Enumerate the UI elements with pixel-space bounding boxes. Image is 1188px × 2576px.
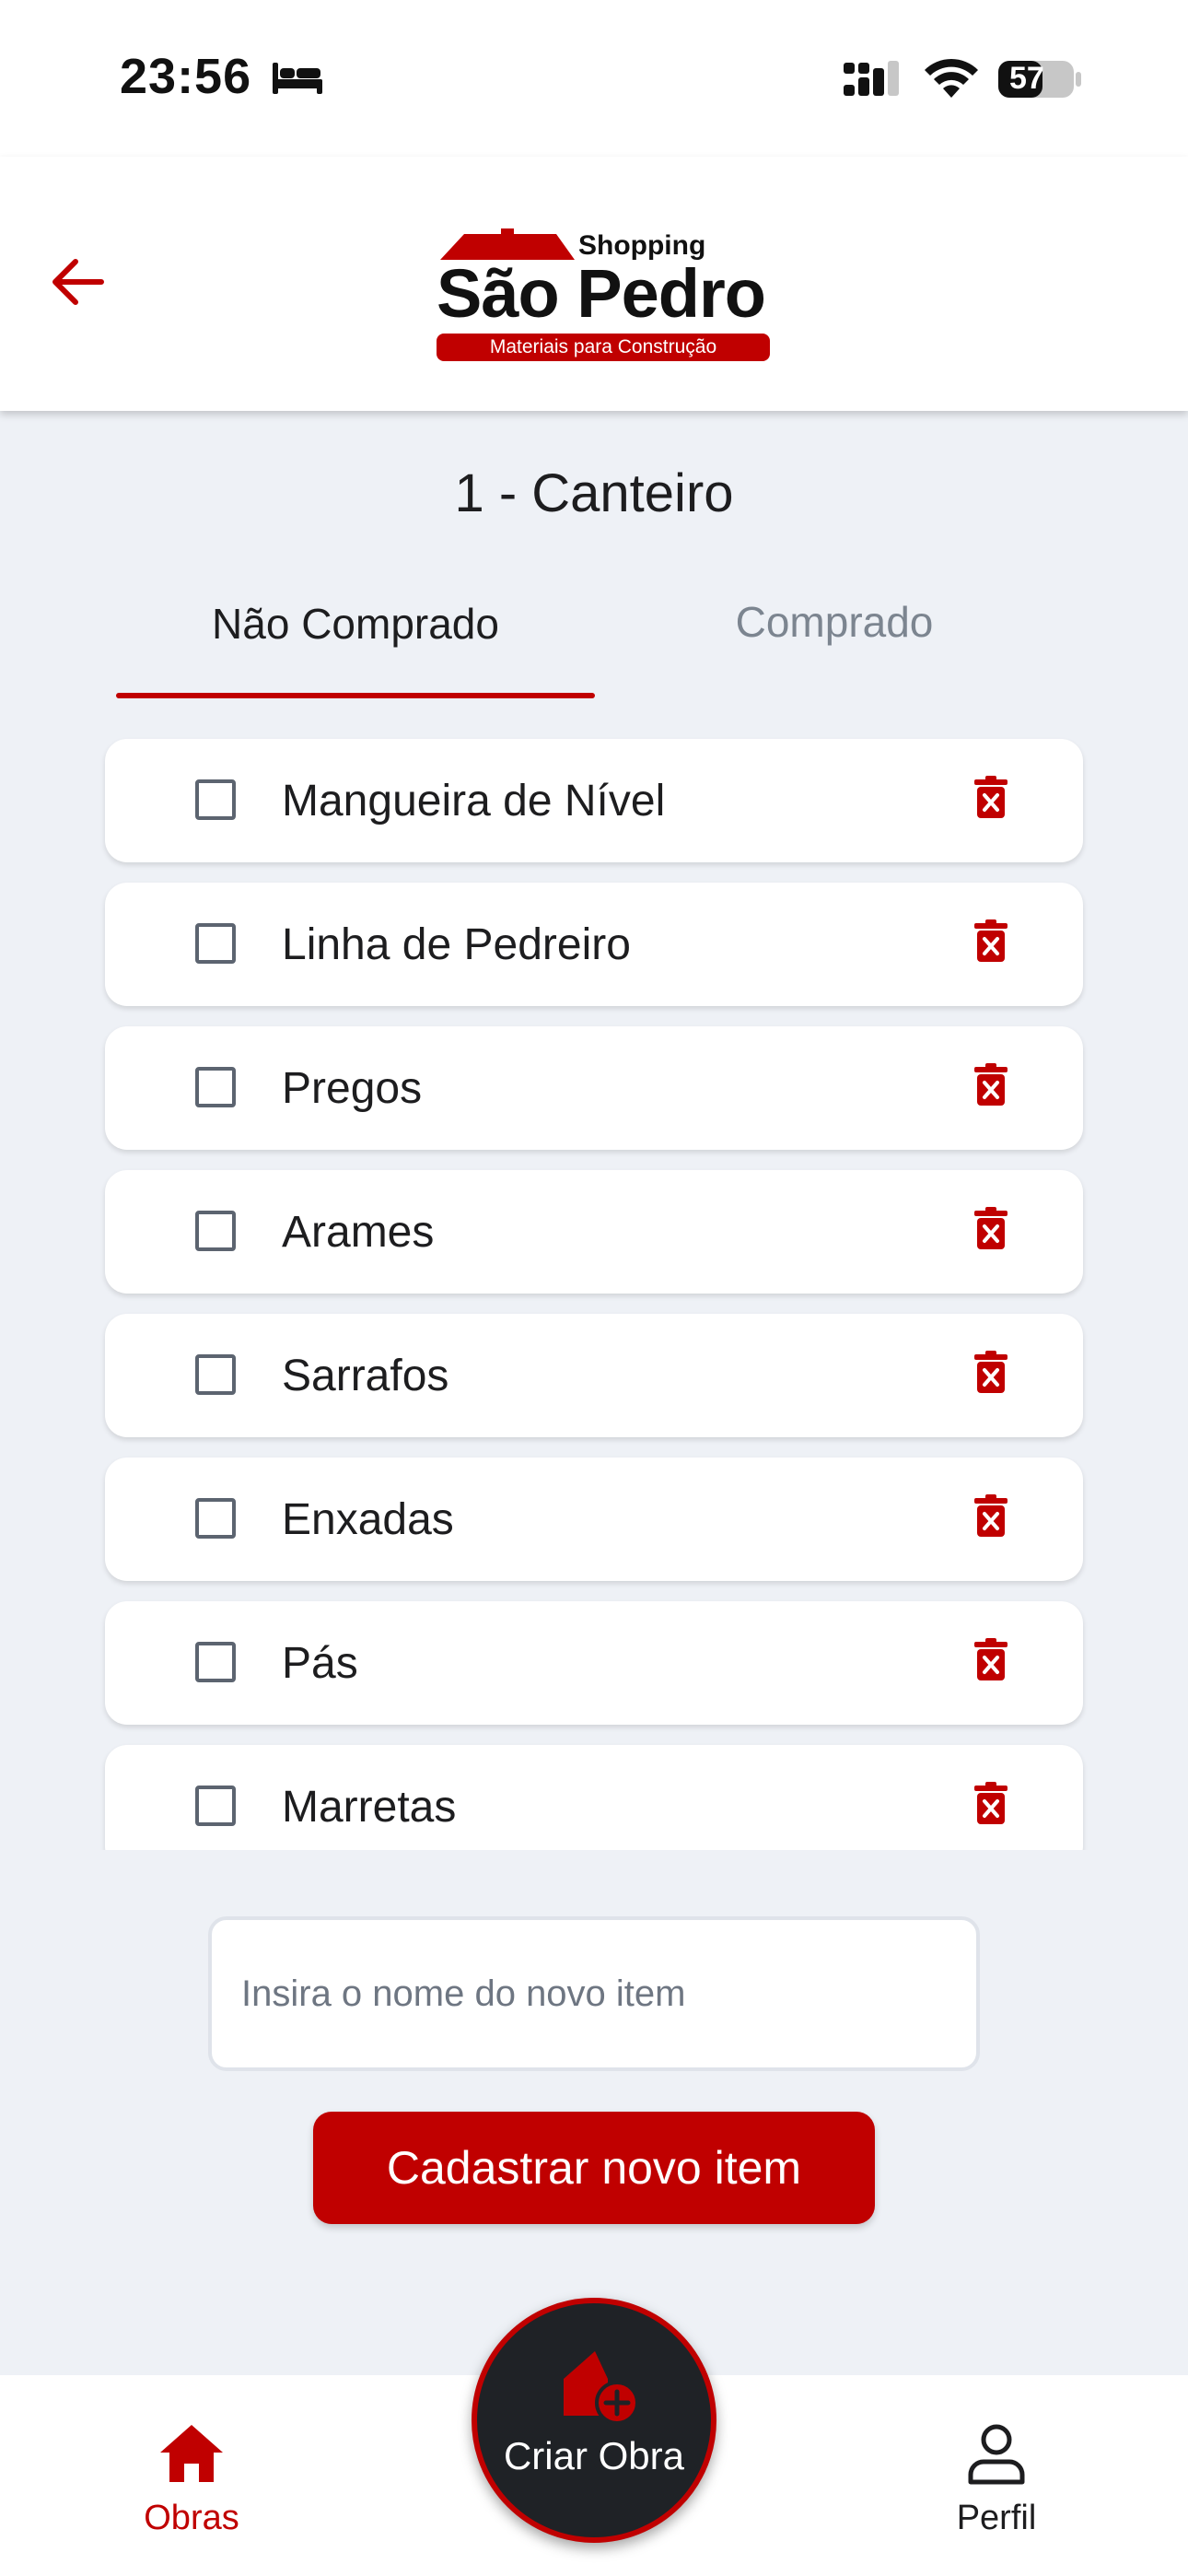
sao-pedro-logo: Shopping São Pedro Materiais para Constr… [433, 228, 783, 361]
nav-obras[interactable]: Obras [90, 2421, 293, 2538]
item-label: Arames [282, 1208, 435, 1257]
delete-icon[interactable] [974, 776, 1007, 818]
cellular-signal-icon [844, 61, 899, 96]
nav-perfil-label: Perfil [956, 2499, 1037, 2537]
delete-icon[interactable] [974, 1638, 1007, 1680]
battery-level: 57 [1009, 61, 1044, 96]
item-label: Sarrafos [282, 1352, 449, 1400]
back-button[interactable] [44, 249, 111, 315]
create-project-fab[interactable]: Criar Obra [472, 2298, 716, 2543]
list-item[interactable]: Pregos [105, 1026, 1083, 1150]
app-header: Shopping São Pedro Materiais para Constr… [0, 157, 1188, 411]
logo-tagline: Materiais para Construção [437, 334, 770, 361]
active-tab-indicator [116, 693, 595, 698]
list-item[interactable]: Pás [105, 1601, 1083, 1725]
item-checkbox[interactable] [195, 1786, 236, 1826]
item-checkbox[interactable] [195, 1067, 236, 1107]
user-icon [968, 2424, 1025, 2485]
delete-icon[interactable] [974, 1063, 1007, 1106]
delete-icon[interactable] [974, 1782, 1007, 1824]
delete-icon[interactable] [974, 1494, 1007, 1537]
item-label: Linha de Pedreiro [282, 920, 631, 969]
app-screen: 23:56 57 Shopping São Pedro Materiais pa… [0, 0, 1188, 2576]
item-label: Marretas [282, 1783, 457, 1832]
item-checkbox[interactable] [195, 1642, 236, 1682]
item-checkbox[interactable] [195, 779, 236, 820]
item-checkbox[interactable] [195, 1354, 236, 1395]
item-checkbox[interactable] [195, 1498, 236, 1539]
wifi-icon [925, 58, 978, 98]
new-item-input[interactable] [208, 1916, 980, 2071]
item-list[interactable]: Mangueira de Nível Linha de Pedreiro Pre… [92, 728, 1096, 1850]
delete-icon[interactable] [974, 919, 1007, 962]
item-label: Mangueira de Nível [282, 777, 666, 825]
item-label: Enxadas [282, 1495, 454, 1544]
status-bar: 23:56 57 [0, 0, 1188, 157]
list-item[interactable]: Marretas [105, 1745, 1083, 1850]
nav-perfil[interactable]: Perfil [895, 2421, 1098, 2538]
sleep-focus-icon [273, 63, 322, 94]
add-home-icon [564, 2351, 639, 2425]
delete-icon[interactable] [974, 1207, 1007, 1249]
delete-icon[interactable] [974, 1351, 1007, 1393]
list-item[interactable]: Sarrafos [105, 1314, 1083, 1437]
arrow-left-icon [52, 259, 104, 305]
battery-icon: 57 [996, 57, 1083, 101]
item-label: Pregos [282, 1064, 423, 1113]
fab-label: Criar Obra [503, 2434, 685, 2477]
item-checkbox[interactable] [195, 923, 236, 964]
tab-bought[interactable]: Comprado [595, 597, 1074, 647]
nav-obras-label: Obras [144, 2499, 239, 2537]
status-time: 23:56 [120, 49, 252, 104]
tab-not-bought[interactable]: Não Comprado [116, 599, 595, 649]
list-item[interactable]: Linha de Pedreiro [105, 883, 1083, 1006]
page-title: 1 - Canteiro [454, 463, 734, 523]
item-label: Pás [282, 1639, 358, 1688]
list-item[interactable]: Arames [105, 1170, 1083, 1294]
register-item-button[interactable]: Cadastrar novo item [313, 2112, 875, 2224]
list-item[interactable]: Mangueira de Nível [105, 739, 1083, 862]
logo-main-text: São Pedro [437, 255, 766, 332]
home-icon [160, 2425, 223, 2482]
list-item[interactable]: Enxadas [105, 1458, 1083, 1581]
item-checkbox[interactable] [195, 1211, 236, 1251]
